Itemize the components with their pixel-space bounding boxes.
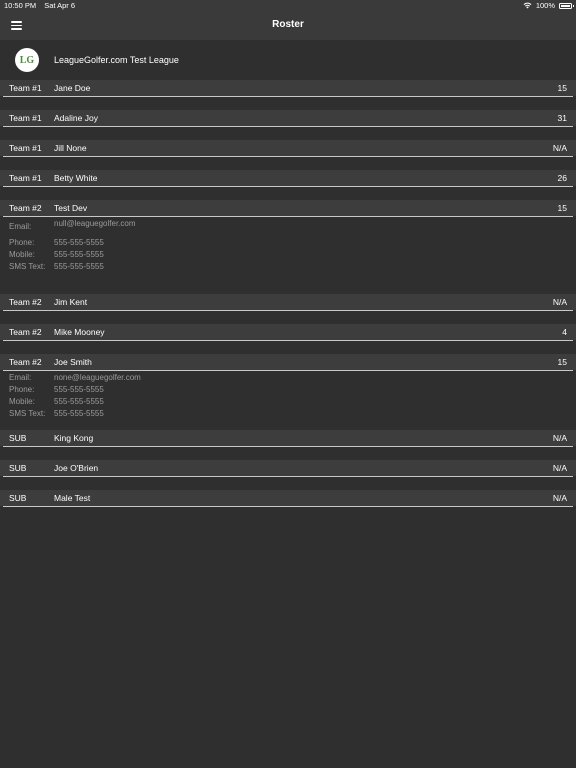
row-divider — [3, 340, 573, 341]
player-team: Team #2 — [9, 327, 42, 337]
row-divider — [3, 370, 573, 371]
detail-mobile: Mobile: 555-555-5555 — [0, 397, 576, 409]
player-team: Team #1 — [9, 143, 42, 153]
roster-row[interactable]: SUB Joe O'Brien N/A — [0, 460, 576, 477]
detail-label: Mobile: — [9, 397, 35, 406]
battery-icon — [559, 2, 574, 9]
league-logo: LG — [15, 48, 39, 72]
player-team: Team #1 — [9, 83, 42, 93]
detail-mobile: Mobile: 555-555-5555 — [0, 250, 576, 262]
league-header: LG LeagueGolfer.com Test League — [0, 40, 576, 80]
detail-value[interactable]: 555-555-5555 — [54, 250, 104, 259]
roster-row[interactable]: SUB Male Test N/A — [0, 490, 576, 507]
player-name: Male Test — [54, 493, 91, 503]
status-right: 100% — [523, 1, 574, 10]
roster-row[interactable]: Team #2 Joe Smith 15 — [0, 354, 576, 371]
player-name: Jane Doe — [54, 83, 91, 93]
roster-row[interactable]: Team #1 Adaline Joy 31 — [0, 110, 576, 127]
row-divider — [3, 216, 573, 217]
player-name: Betty White — [54, 173, 98, 183]
row-divider — [3, 310, 573, 311]
detail-label: Email: — [9, 222, 32, 231]
status-left: 10:50 PM Sat Apr 6 — [4, 1, 81, 10]
player-name: Test Dev — [54, 203, 88, 213]
roster-row[interactable]: Team #1 Jill None N/A — [0, 140, 576, 157]
player-name: Adaline Joy — [54, 113, 98, 123]
player-handicap: 26 — [557, 173, 567, 183]
detail-phone: Phone: 555-555-5555 — [0, 238, 576, 250]
player-team: SUB — [9, 493, 27, 503]
detail-label: SMS Text: — [9, 262, 46, 271]
detail-email: Email: null@leaguegolfer.com — [0, 219, 576, 234]
player-name: Jim Kent — [54, 297, 88, 307]
row-divider — [3, 506, 573, 507]
detail-label: Mobile: — [9, 250, 35, 259]
roster-row[interactable]: Team #2 Test Dev 15 — [0, 200, 576, 217]
player-team: SUB — [9, 433, 27, 443]
player-handicap: N/A — [552, 463, 567, 473]
detail-label: Phone: — [9, 385, 35, 394]
battery-percent: 100% — [535, 1, 555, 10]
page-title: Roster — [272, 19, 304, 30]
roster-row[interactable]: Team #1 Jane Doe 15 — [0, 80, 576, 97]
detail-label: Phone: — [9, 238, 35, 247]
status-bar: 10:50 PM Sat Apr 6 100% — [0, 0, 576, 12]
nav-bar: Roster — [0, 12, 576, 40]
player-handicap: 31 — [557, 113, 567, 123]
league-logo-text: LG — [19, 54, 35, 66]
detail-label: SMS Text: — [9, 409, 46, 418]
roster-row[interactable]: Team #2 Jim Kent N/A — [0, 294, 576, 311]
player-name: Jill None — [54, 143, 87, 153]
player-handicap: N/A — [552, 433, 567, 443]
row-divider — [3, 126, 573, 127]
player-team: Team #2 — [9, 203, 42, 213]
player-handicap: N/A — [552, 297, 567, 307]
player-team: SUB — [9, 463, 27, 473]
player-name: Joe O'Brien — [54, 463, 99, 473]
player-team: Team #2 — [9, 357, 42, 367]
roster-row[interactable]: SUB King Kong N/A — [0, 430, 576, 447]
detail-value[interactable]: 555-555-5555 — [54, 385, 104, 394]
detail-value[interactable]: none@leaguegolfer.com — [54, 373, 141, 382]
player-name: Joe Smith — [54, 357, 92, 367]
status-date: Sat Apr 6 — [44, 1, 76, 10]
status-time: 10:50 PM — [4, 1, 37, 10]
roster-row[interactable]: Team #1 Betty White 26 — [0, 170, 576, 187]
detail-value[interactable]: 555-555-5555 — [54, 262, 104, 271]
player-handicap: N/A — [552, 493, 567, 503]
player-team: Team #1 — [9, 173, 42, 183]
league-name: LeagueGolfer.com Test League — [54, 55, 179, 65]
row-divider — [3, 96, 573, 97]
detail-sms: SMS Text: 555-555-5555 — [0, 409, 576, 421]
player-handicap: 15 — [557, 83, 567, 93]
player-handicap: 4 — [562, 327, 567, 337]
player-handicap: N/A — [552, 143, 567, 153]
player-name: Mike Mooney — [54, 327, 105, 337]
row-divider — [3, 186, 573, 187]
wifi-icon — [523, 2, 532, 9]
detail-value[interactable]: 555-555-5555 — [54, 409, 104, 418]
row-divider — [3, 446, 573, 447]
row-divider — [3, 476, 573, 477]
player-handicap: 15 — [557, 203, 567, 213]
player-team: Team #1 — [9, 113, 42, 123]
detail-value[interactable]: null@leaguegolfer.com — [54, 219, 136, 228]
player-name: King Kong — [54, 433, 94, 443]
detail-label: Email: — [9, 373, 32, 382]
detail-value[interactable]: 555-555-5555 — [54, 238, 104, 247]
row-divider — [3, 156, 573, 157]
roster-row[interactable]: Team #2 Mike Mooney 4 — [0, 324, 576, 341]
player-handicap: 15 — [557, 357, 567, 367]
detail-email: Email: none@leaguegolfer.com — [0, 373, 576, 385]
player-team: Team #2 — [9, 297, 42, 307]
detail-phone: Phone: 555-555-5555 — [0, 385, 576, 397]
detail-sms: SMS Text: 555-555-5555 — [0, 262, 576, 274]
detail-value[interactable]: 555-555-5555 — [54, 397, 104, 406]
